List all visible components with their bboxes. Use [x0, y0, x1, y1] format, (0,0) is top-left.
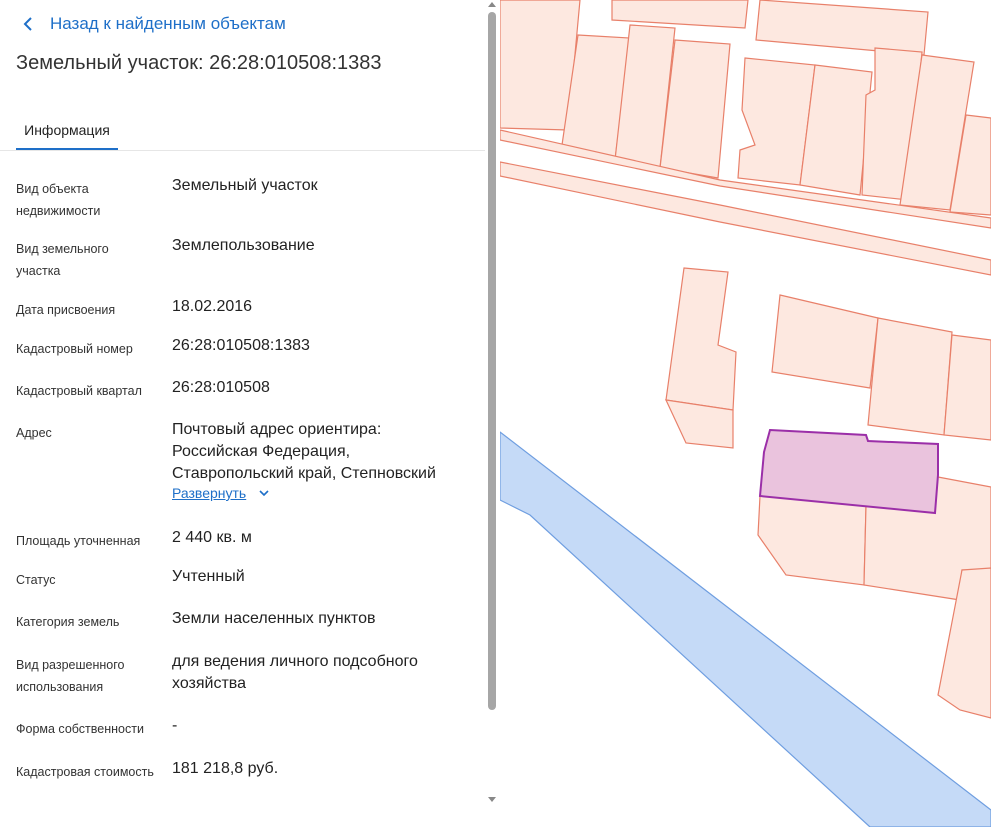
land-parcel[interactable] — [757, 495, 867, 586]
field-label: Вид объекта недвижимости — [16, 182, 101, 218]
scroll-down-arrow-icon[interactable] — [487, 796, 497, 804]
scroll-up-arrow-icon[interactable] — [487, 0, 497, 8]
field-value: 26:28:010508 — [172, 379, 270, 396]
address-line: Ставропольский край, Степновский — [172, 465, 436, 482]
field-label: Форма собственности — [16, 722, 144, 736]
address-value: Почтовый адрес ориентира: Российская Фед… — [172, 419, 472, 485]
back-link-label: Назад к найденным объектам — [50, 14, 286, 33]
field-value: для ведения личного подсобного хозяйства — [172, 653, 418, 692]
field-label: Дата присвоения — [16, 303, 116, 317]
field-value: Землепользование — [172, 237, 315, 254]
land-parcel[interactable] — [943, 334, 991, 441]
info-panel: Назад к найденным объектам Земельный уча… — [0, 0, 500, 827]
back-to-results-link[interactable]: Назад к найденным объектам — [22, 12, 286, 36]
field-address: Адрес Почтовый адрес ориентира: Российск… — [16, 419, 476, 514]
chevron-down-icon — [259, 490, 269, 497]
field-label: Категория земель — [16, 615, 120, 629]
address-line: Почтовый адрес ориентира: — [172, 421, 382, 438]
field-label: Вид разрешенного использования — [16, 658, 125, 694]
field-value: Учтенный — [172, 568, 245, 585]
land-parcel[interactable] — [755, 0, 929, 56]
expand-label: Развернуть — [172, 485, 247, 501]
scrollbar-thumb[interactable] — [488, 12, 496, 710]
chevron-left-icon — [23, 17, 32, 31]
cadastral-map[interactable] — [500, 0, 991, 827]
field-value: 2 440 кв. м — [172, 529, 252, 546]
field-label: Кадастровый квартал — [16, 384, 142, 398]
land-parcel[interactable] — [611, 0, 749, 29]
field-label: Вид земельного участка — [16, 242, 109, 278]
field-value: 18.02.2016 — [172, 298, 253, 315]
field-value: 26:28:010508:1383 — [172, 337, 310, 354]
field-value: Земельный участок — [172, 177, 318, 194]
field-label: Кадастровый номер — [16, 342, 133, 356]
map-canvas[interactable] — [500, 0, 991, 827]
field-value: 181 218,8 руб. — [172, 760, 279, 777]
land-parcel[interactable] — [867, 317, 953, 436]
page-title: Земельный участок: 26:28:010508:1383 — [16, 52, 382, 74]
land-parcel[interactable] — [771, 294, 879, 389]
field-label: Статус — [16, 573, 56, 587]
field-value: - — [172, 717, 178, 734]
field-label: Кадастровая стоимость — [16, 765, 154, 779]
panel-scrollbar[interactable] — [486, 0, 498, 827]
field-label: Площадь уточненная — [16, 534, 141, 548]
land-parcel[interactable] — [665, 267, 737, 411]
field-label: Адрес — [16, 426, 52, 440]
tab-information[interactable]: Информация — [16, 112, 118, 150]
expand-address-link[interactable]: Развернуть — [172, 485, 269, 501]
address-line: Российская Федерация, — [172, 443, 351, 460]
tab-bar: Информация — [0, 112, 485, 151]
field-value: Земли населенных пунктов — [172, 610, 376, 627]
